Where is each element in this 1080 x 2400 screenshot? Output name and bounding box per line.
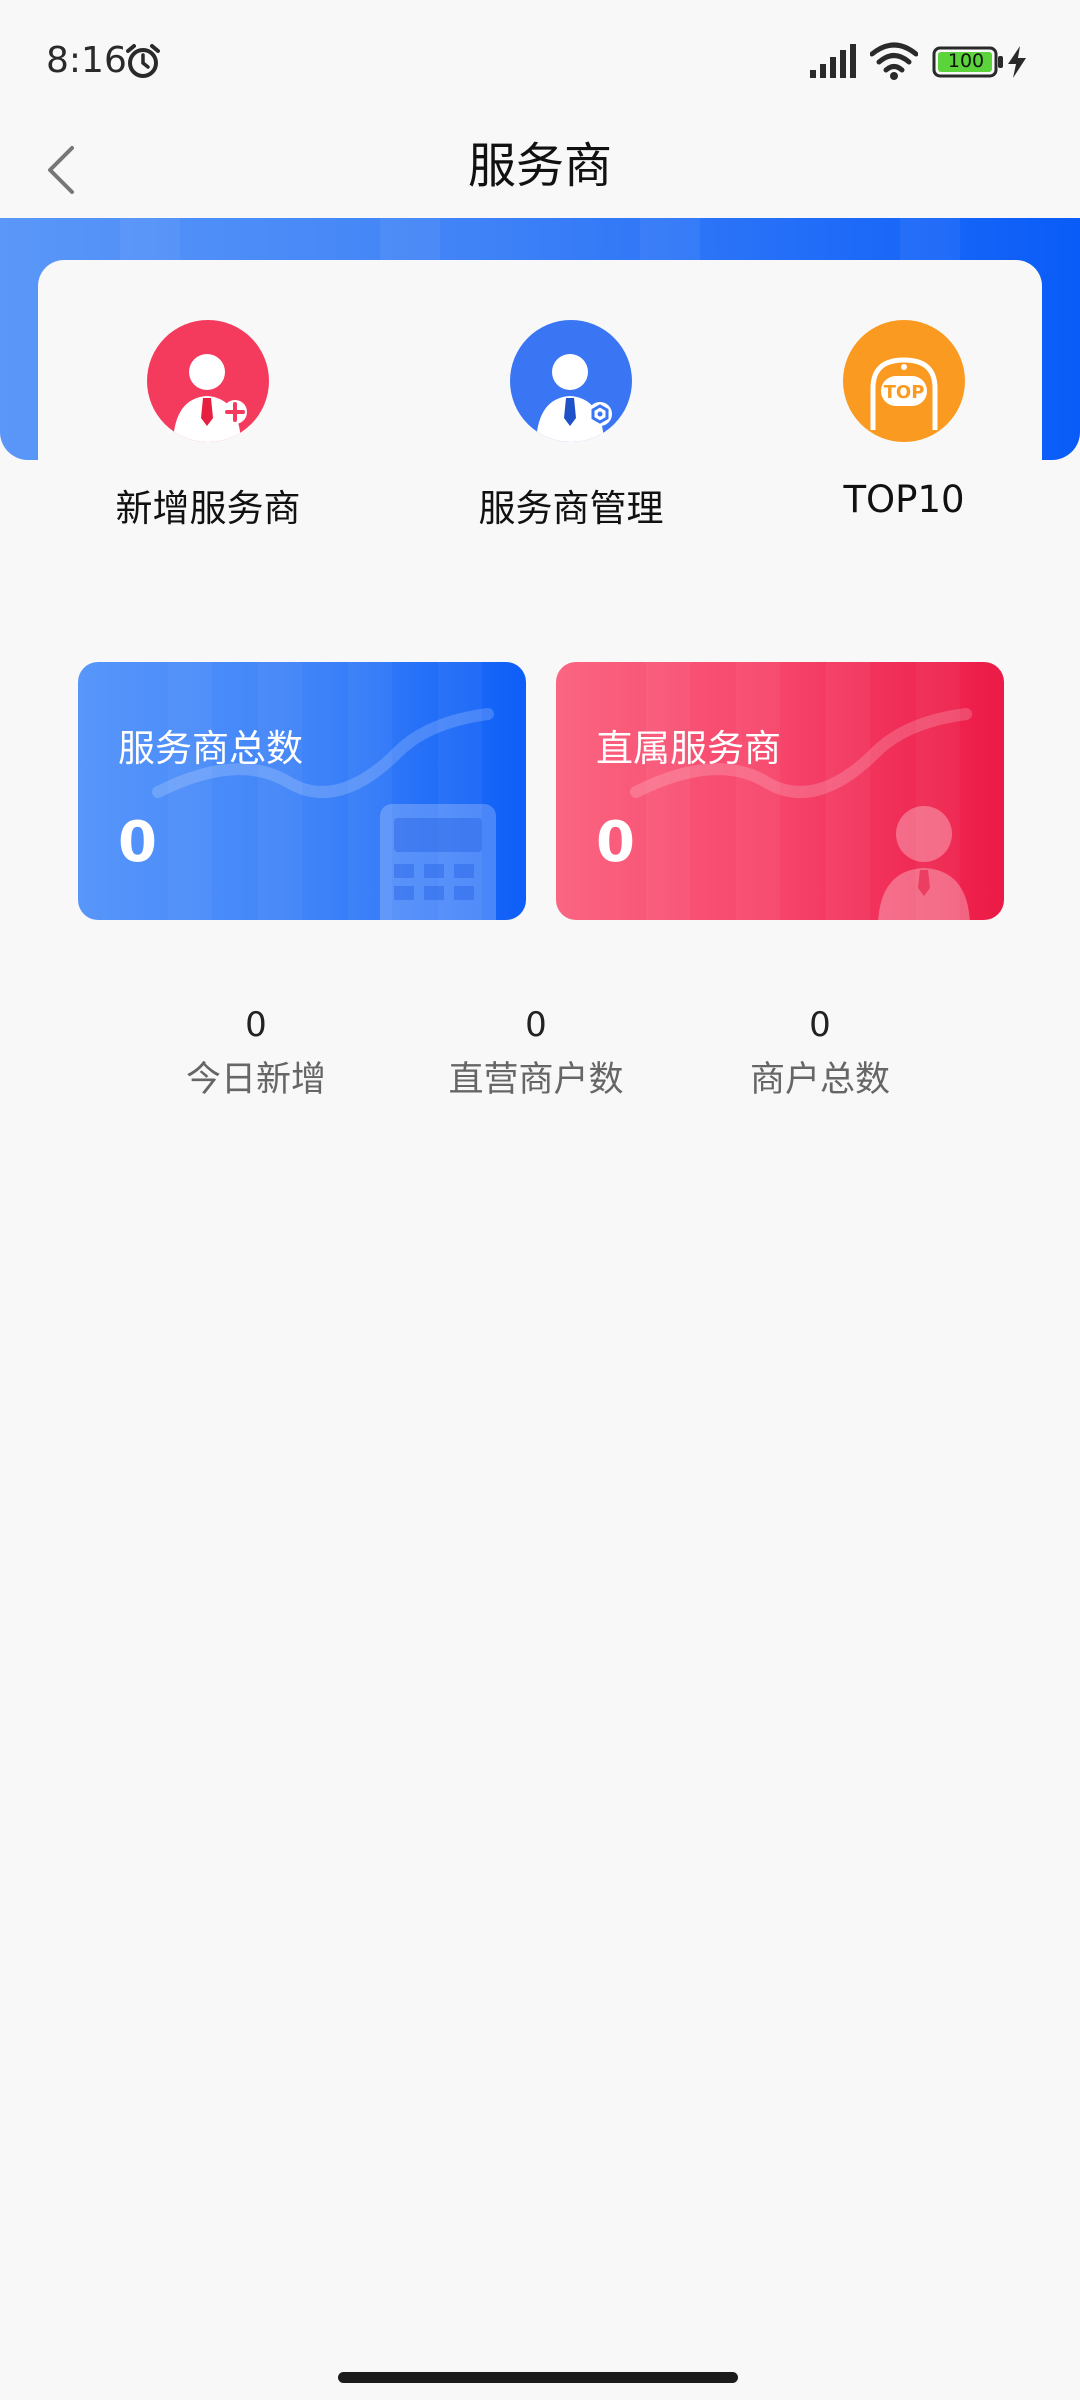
page-title: 服务商: [467, 138, 612, 194]
top10-button[interactable]: TOP TOP10: [754, 260, 1054, 560]
person-icon: [630, 708, 972, 920]
svg-text:TOP: TOP: [884, 382, 925, 403]
stat-label: 商户总数: [749, 1060, 890, 1100]
manage-provider-button[interactable]: 服务商管理: [421, 260, 721, 560]
direct-providers-card[interactable]: 直属服务商 0: [556, 662, 1004, 920]
manage-person-icon: [510, 320, 632, 442]
wifi-icon: [870, 42, 918, 80]
status-bar: 8:16 100: [0, 0, 1080, 120]
action-label: 新增服务商: [115, 487, 301, 530]
add-person-icon: [147, 320, 269, 442]
card-value: 0: [118, 810, 157, 875]
action-label: 服务商管理: [478, 487, 664, 530]
total-providers-card[interactable]: 服务商总数 0: [78, 662, 526, 920]
calculator-icon: [152, 708, 496, 920]
add-provider-button[interactable]: 新增服务商: [58, 260, 358, 560]
screen: 8:16 100 服务商 新增服务商 服务商管理 TOP TOP10 服务商总数…: [0, 0, 1080, 2400]
status-time: 8:16: [46, 40, 127, 81]
signal-icon: [810, 44, 856, 78]
stat-label: 直营商户数: [448, 1060, 624, 1100]
today-new-stat[interactable]: 0 今日新增: [126, 1000, 386, 1110]
direct-merchants-stat[interactable]: 0 直营商户数: [406, 1000, 666, 1110]
stat-value: 0: [245, 1005, 267, 1045]
action-label: TOP10: [843, 478, 965, 521]
summary-stats: 0 今日新增 0 直营商户数 0 商户总数: [0, 1000, 1080, 1120]
stat-value: 0: [525, 1005, 547, 1045]
top-badge-icon: TOP: [843, 320, 965, 442]
stat-label: 今日新增: [185, 1060, 326, 1100]
card-title: 服务商总数: [118, 727, 303, 770]
battery-level: 100: [947, 50, 985, 72]
stat-value: 0: [809, 1005, 831, 1045]
card-title: 直属服务商: [596, 727, 781, 770]
total-merchants-stat[interactable]: 0 商户总数: [690, 1000, 950, 1110]
alarm-icon: [126, 44, 160, 78]
home-indicator[interactable]: [338, 2372, 738, 2383]
card-value: 0: [596, 810, 635, 875]
nav-bar: 服务商: [0, 120, 1080, 218]
charge-icon: [1008, 46, 1026, 78]
quick-actions-card: 新增服务商 服务商管理 TOP TOP10: [38, 260, 1042, 560]
